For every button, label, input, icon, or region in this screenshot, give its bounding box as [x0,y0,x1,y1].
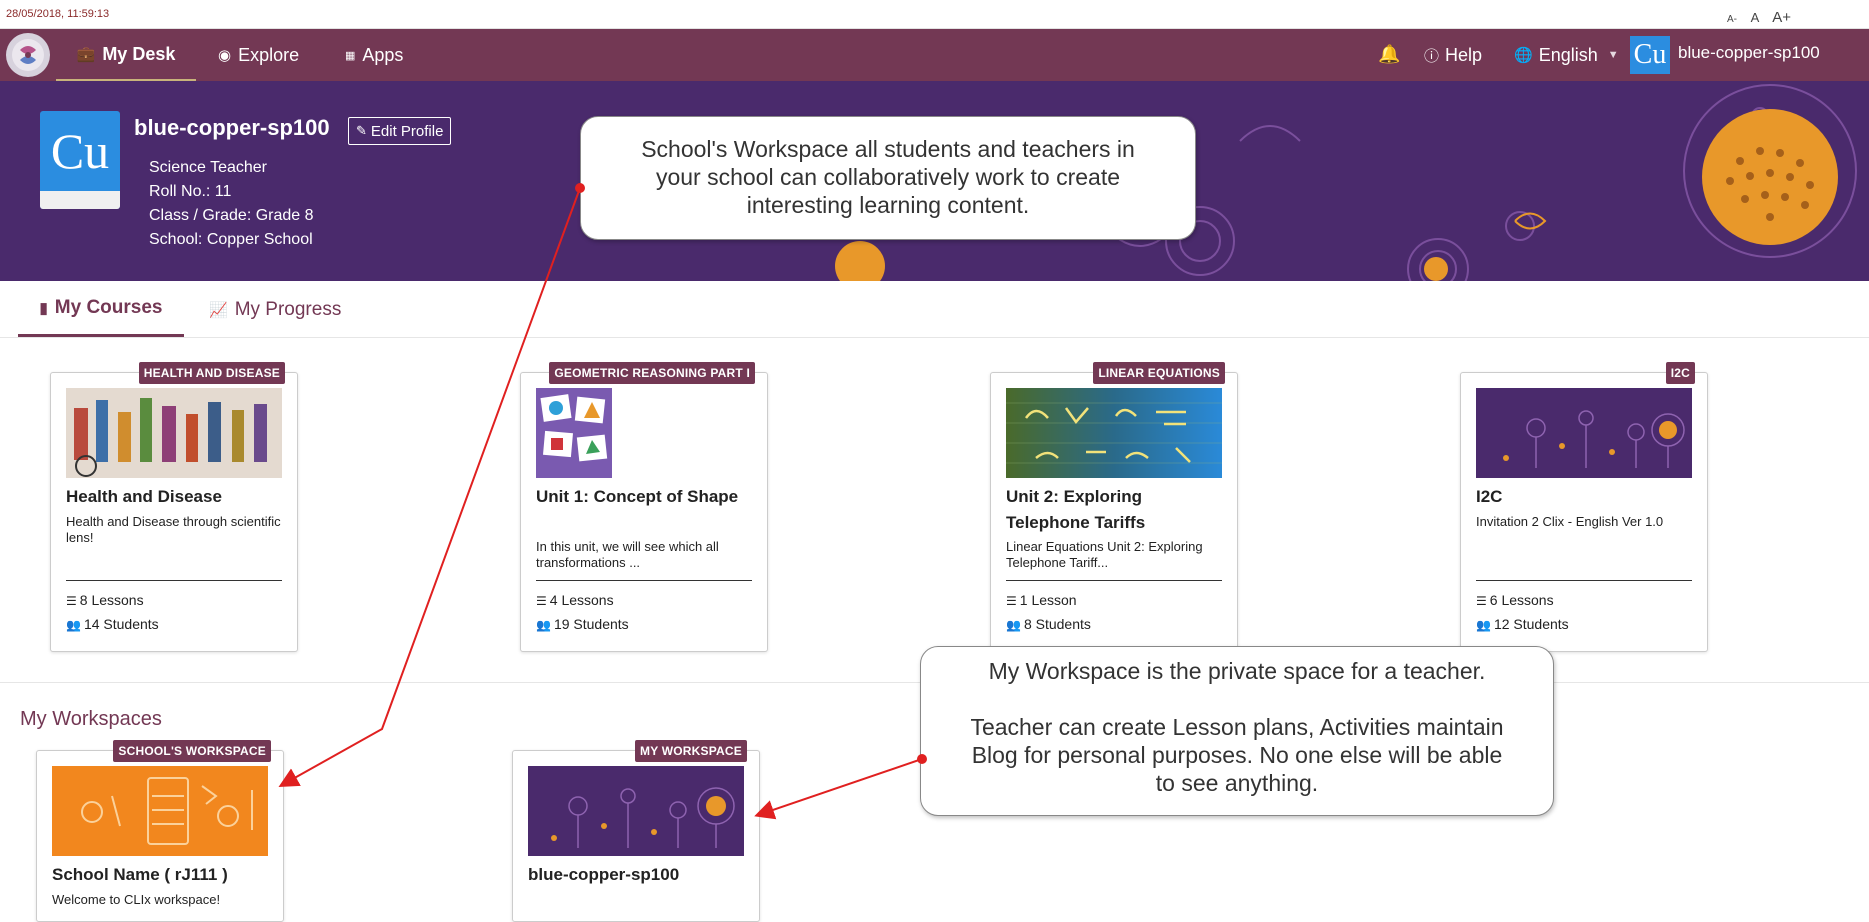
users-icon: 👥 [66,618,81,632]
nav-explore[interactable]: ◉ Explore [218,29,299,81]
workspace-thumbnail [52,766,268,856]
course-tag: HEALTH AND DISEASE [138,362,285,384]
course-title[interactable]: Health and Disease [66,484,286,510]
course-students-count: 👥 19 Students [536,616,629,632]
users-icon: 👥 [1006,618,1021,632]
course-students-count: 👥 8 Students [1006,616,1091,632]
course-lessons-count: ☰ 6 Lessons [1476,592,1554,608]
course-tag: GEOMETRIC REASONING PART I [549,362,755,384]
course-card-health[interactable]: HEALTH AND DISEASE Health and Disease He… [50,362,298,652]
pencil-icon: ✎ [356,123,367,138]
font-increase-button[interactable]: A+ [1772,9,1791,26]
list-icon: ☰ [536,594,547,608]
chevron-down-icon: ▼ [1607,49,1619,61]
course-tag: LINEAR EQUATIONS [1093,362,1225,384]
workspace-title[interactable]: blue-copper-sp100 [528,862,748,888]
profile-avatar: Cu [40,111,120,209]
users-icon: 👥 [536,618,551,632]
course-lessons-count: ☰ 8 Lessons [66,592,144,608]
profile-grade: Class / Grade: Grade 8 [149,207,314,224]
nav-apps[interactable]: ▦ Apps [345,29,403,81]
course-description: In this unit, we will see which all tran… [536,539,719,570]
globe-icon: 🌐 [1514,47,1533,64]
timestamp: 28/05/2018, 11:59:13 [6,8,110,20]
apps-icon: ▦ [345,49,356,62]
tab-my-courses[interactable]: ▮ My Courses [18,282,184,337]
info-icon: ⓘ [1424,47,1440,65]
course-lessons-count: ☰ 1 Lesson [1006,592,1077,608]
course-title[interactable]: I2C [1476,484,1696,510]
users-icon: 👥 [1476,618,1491,632]
course-card-linear-equations[interactable]: LINEAR EQUATIONS Unit 2: Exploring Telep… [990,362,1238,652]
binoculars-icon: ◉ [218,47,232,64]
course-students-count: 👥 12 Students [1476,616,1569,632]
course-thumbnail [1476,388,1692,478]
workspace-tag: MY WORKSPACE [635,740,747,762]
course-title[interactable]: Unit 1: Concept of Shape [536,484,756,510]
course-card-i2c[interactable]: I2C I2C Invitation 2 Clix - English Ver … [1460,362,1708,652]
clix-logo[interactable] [6,33,50,77]
list-icon: ☰ [1476,594,1487,608]
my-workspace-arrow [754,758,923,820]
my-workspaces-heading: My Workspaces [20,708,162,730]
workspace-tag: SCHOOL'S WORKSPACE [113,740,271,762]
main-navbar: 💼 My Desk ◉ Explore ▦ Apps 🔔 ⓘ Help 🌐 En… [0,29,1869,81]
workspace-description: Welcome to CLIx workspace! [52,892,221,907]
profile-school: School: Copper School [149,231,313,248]
nav-my-desk[interactable]: 💼 My Desk [56,29,196,81]
workspace-card-school[interactable]: SCHOOL'S WORKSPACE School Name ( rJ111 )… [36,740,284,922]
line-chart-icon: 📈 [209,301,228,319]
profile-name: blue-copper-sp100 [134,115,330,140]
workspace-title[interactable]: School Name ( rJ111 ) [52,862,272,888]
book-icon: ▮ [39,300,48,317]
bell-icon[interactable]: 🔔 [1378,44,1400,65]
course-card-geometry[interactable]: GEOMETRIC REASONING PART I Unit 1: Conce… [520,362,768,652]
briefcase-icon: 💼 [76,46,96,63]
course-thumbnail [1006,388,1222,478]
course-thumbnail [536,388,612,478]
font-reset-button[interactable]: A [1751,10,1759,25]
profile-role: Science Teacher [149,159,267,176]
workspace-thumbnail [528,766,744,856]
course-tag: I2C [1665,362,1695,384]
list-icon: ☰ [66,594,77,608]
course-description: Invitation 2 Clix - English Ver 1.0 [1476,514,1664,529]
course-lessons-count: ☰ 4 Lessons [536,592,614,608]
font-size-controls: A- A A+ [1717,9,1791,26]
workspace-card-mine[interactable]: MY WORKSPACE blue-copper-sp100 [512,740,760,922]
font-decrease-button[interactable]: A- [1727,14,1737,25]
user-avatar[interactable]: Cu [1630,36,1670,74]
desk-tabs: ▮ My Courses 📈 My Progress [0,282,1869,338]
edit-profile-button[interactable]: ✎ Edit Profile [348,117,452,145]
course-thumbnail [66,388,282,478]
course-description: Linear Equations Unit 2: Exploring Telep… [1006,539,1203,570]
course-title[interactable]: Unit 2: Exploring Telephone Tariffs [1006,484,1226,536]
my-workspace-callout: My Workspace is the private space for a … [920,646,1554,816]
user-menu[interactable]: blue-copper-sp100 [1678,43,1820,63]
course-students-count: 👥 14 Students [66,616,159,632]
language-dropdown[interactable]: 🌐 English ▼ [1514,29,1619,81]
list-icon: ☰ [1006,594,1017,608]
course-description: Health and Disease through scientific le… [66,514,281,545]
profile-roll-no: Roll No.: 11 [149,183,232,200]
tab-my-progress[interactable]: 📈 My Progress [209,282,341,337]
school-workspace-callout: School's Workspace all students and teac… [580,116,1196,240]
top-strip: 28/05/2018, 11:59:13 A- A A+ [0,0,1869,29]
help-link[interactable]: ⓘ Help [1424,29,1482,81]
